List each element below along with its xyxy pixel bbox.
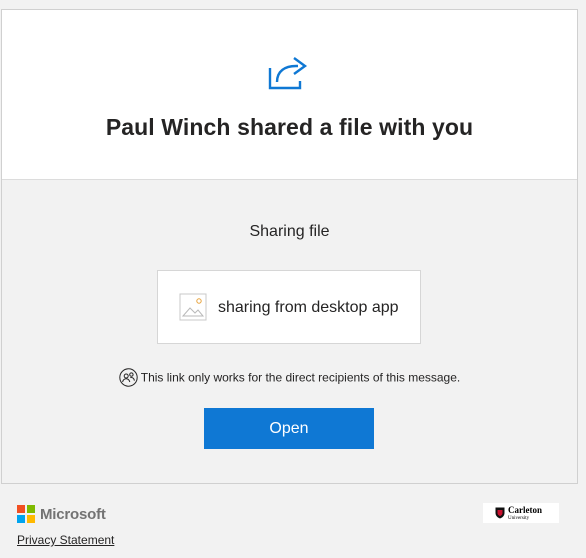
organization-subtitle: University — [508, 515, 530, 521]
microsoft-brand-name: Microsoft — [40, 505, 106, 523]
shared-file-card[interactable]: sharing from desktop app — [157, 270, 421, 344]
share-card-header: Paul Winch shared a file with you — [2, 10, 577, 180]
organization-logo: Carleton University — [483, 503, 559, 523]
microsoft-logo: Microsoft — [17, 505, 106, 523]
share-arrow-icon — [268, 57, 308, 90]
microsoft-grid-icon — [17, 505, 35, 523]
organization-logo-text: Carleton University — [508, 504, 542, 521]
share-card: Paul Winch shared a file with you Sharin… — [1, 9, 578, 484]
recipients-icon — [119, 368, 138, 387]
organization-name: Carleton — [508, 504, 542, 515]
image-file-icon — [179, 293, 207, 321]
recipients-notice-text: This link only works for the direct reci… — [140, 370, 461, 385]
open-button[interactable]: Open — [204, 408, 374, 449]
page-title: Paul Winch shared a file with you — [105, 114, 474, 140]
privacy-statement-link[interactable]: Privacy Statement — [17, 533, 114, 547]
shared-file-name: sharing from desktop app — [218, 299, 399, 316]
sharing-file-label: Sharing file — [249, 223, 330, 240]
recipients-notice: This link only works for the direct reci… — [2, 368, 577, 387]
shield-icon — [495, 507, 505, 519]
